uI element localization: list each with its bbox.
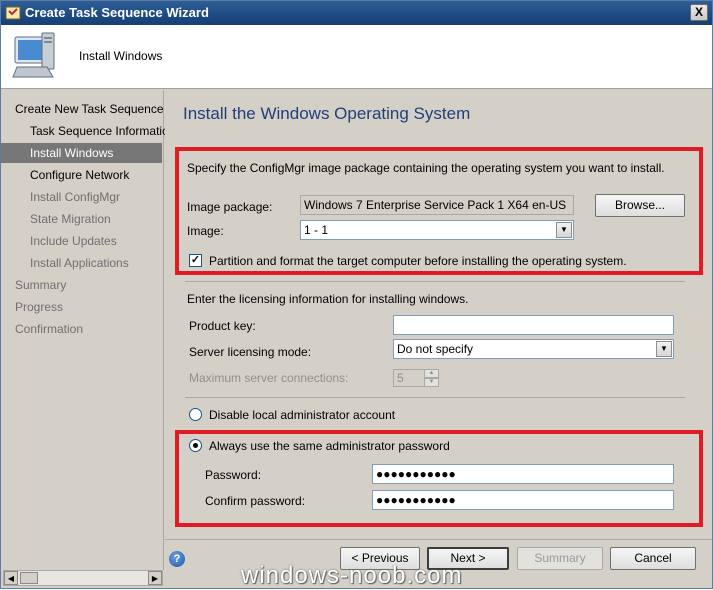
- max-connections-label: Maximum server connections:: [189, 371, 349, 385]
- wizard-app-icon: [5, 6, 21, 20]
- close-icon: X: [694, 5, 703, 19]
- cancel-button[interactable]: Cancel: [610, 547, 696, 570]
- spin-up-icon: ▲: [424, 369, 439, 378]
- wizard-window: Create Task Sequence Wizard X Install Wi…: [0, 0, 713, 589]
- licensing-instruction: Enter the licensing information for inst…: [187, 292, 469, 306]
- step-summary: Summary: [15, 278, 67, 292]
- chevron-down-icon[interactable]: ▼: [656, 341, 672, 357]
- scroll-right-arrow-icon[interactable]: ▶: [148, 571, 162, 585]
- step-state-migration: State Migration: [30, 212, 111, 226]
- step-configure-network: Configure Network: [30, 168, 130, 182]
- watermark-text: windows-noob.com: [241, 562, 463, 589]
- section-divider: [185, 397, 685, 398]
- step-install-windows: Install Windows: [1, 143, 162, 163]
- step-progress: Progress: [15, 300, 64, 314]
- spin-down-icon: ▼: [424, 378, 439, 387]
- page-title: Install the Windows Operating System: [183, 104, 471, 123]
- scroll-left-arrow-icon[interactable]: ◀: [4, 571, 18, 585]
- step-task-sequence-information: Task Sequence Information: [30, 124, 176, 138]
- disable-admin-label: Disable local administrator account: [209, 408, 396, 422]
- max-connections-value: 5: [393, 369, 425, 387]
- step-install-configmgr: Install ConfigMgr: [30, 190, 121, 204]
- server-licensing-mode-value: Do not specify: [397, 342, 474, 356]
- header-title: Install Windows: [79, 49, 163, 63]
- product-key-label: Product key:: [189, 319, 256, 333]
- sidebar-horizontal-scrollbar[interactable]: ◀ ▶: [3, 570, 163, 586]
- wizard-steps-sidebar: Create New Task Sequence Task Sequence I…: [1, 90, 176, 570]
- wizard-content: Install the Windows Operating System Spe…: [165, 90, 712, 588]
- product-key-input[interactable]: [393, 315, 674, 335]
- server-licensing-mode-select[interactable]: Do not specify ▼: [393, 339, 674, 359]
- wizard-header: Install Windows: [1, 25, 712, 89]
- close-button[interactable]: X: [690, 4, 708, 21]
- server-licensing-mode-label: Server licensing mode:: [189, 345, 312, 359]
- step-confirmation: Confirmation: [15, 322, 84, 336]
- step-install-applications: Install Applications: [30, 256, 129, 270]
- step-create-new-task-sequence: Create New Task Sequence: [15, 102, 164, 116]
- window-title: Create Task Sequence Wizard: [25, 5, 209, 20]
- section-divider: [185, 281, 685, 282]
- annotation-highlight-admin: [175, 430, 703, 527]
- disable-admin-radio[interactable]: [189, 408, 202, 421]
- max-connections-spinner: 5 ▲ ▼: [393, 369, 441, 387]
- computer-icon: [12, 32, 55, 78]
- annotation-highlight-image: [175, 147, 703, 275]
- title-bar: Create Task Sequence Wizard X: [1, 1, 712, 25]
- scroll-thumb[interactable]: [20, 572, 38, 584]
- help-icon[interactable]: ?: [169, 551, 185, 567]
- step-include-updates: Include Updates: [30, 234, 117, 248]
- summary-button: Summary: [517, 547, 603, 570]
- footer-divider: [165, 539, 712, 540]
